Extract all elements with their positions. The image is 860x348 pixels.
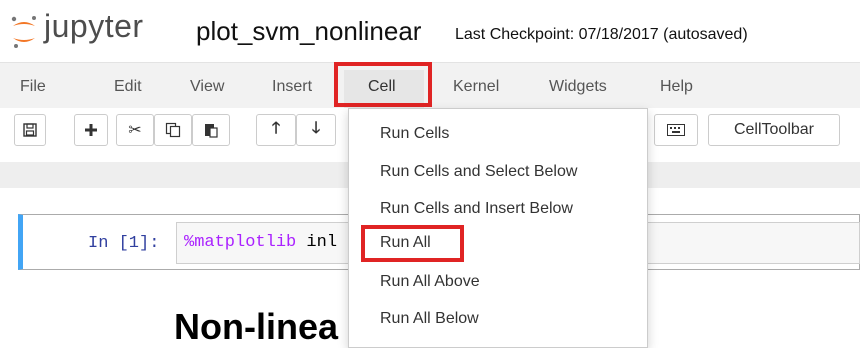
header: jupyter plot_svm_nonlinear Last Checkpoi… [0, 0, 860, 62]
menu-help[interactable]: Help [660, 78, 693, 96]
code-rest: inl [296, 233, 338, 252]
plus-icon [85, 124, 97, 136]
menu-item-run-cells-select-below[interactable]: Run Cells and Select Below [380, 163, 577, 181]
cut-button[interactable]: ✂ [116, 114, 154, 146]
move-up-button[interactable]: 🡑 [256, 114, 296, 146]
code-text[interactable]: %matplotlib inl [184, 233, 337, 252]
insert-cell-button[interactable] [74, 114, 108, 146]
keyboard-icon [667, 124, 685, 136]
move-down-button[interactable]: 🡓 [296, 114, 336, 146]
copy-icon [165, 122, 181, 138]
scissors-icon: ✂ [128, 122, 142, 139]
cell-menu-highlight-box [334, 62, 432, 107]
jupyter-logo-icon[interactable] [10, 14, 38, 50]
menu-edit[interactable]: Edit [114, 78, 142, 96]
menu-widgets[interactable]: Widgets [549, 78, 607, 96]
copy-button[interactable] [154, 114, 192, 146]
menu-kernel[interactable]: Kernel [453, 78, 499, 96]
command-palette-button[interactable] [654, 114, 698, 146]
save-button[interactable] [14, 114, 46, 146]
notebook-title[interactable]: plot_svm_nonlinear [196, 16, 421, 47]
checkpoint-status: Last Checkpoint: 07/18/2017 (autosaved) [455, 26, 748, 43]
jupyter-logo-text[interactable]: jupyter [44, 8, 144, 45]
menu-file[interactable]: File [20, 78, 46, 96]
markdown-heading: Non-linea [174, 306, 339, 347]
cell-prompt: In [1]: [88, 234, 160, 253]
menu-view[interactable]: View [190, 78, 224, 96]
run-all-highlight-box [361, 225, 464, 262]
menu-item-run-all-above[interactable]: Run All Above [380, 273, 480, 291]
paste-icon [205, 124, 218, 138]
arrow-up-icon: 🡑 [271, 119, 281, 137]
celltoolbar-button[interactable]: CellToolbar [708, 114, 840, 146]
menu-item-run-cells[interactable]: Run Cells [380, 125, 449, 143]
code-magic: %matplotlib [184, 233, 297, 252]
save-icon [23, 123, 37, 137]
arrow-down-icon: 🡓 [311, 119, 321, 137]
menu-insert[interactable]: Insert [272, 78, 312, 96]
paste-button[interactable] [192, 114, 230, 146]
menu-item-run-cells-insert-below[interactable]: Run Cells and Insert Below [380, 200, 573, 218]
menu-item-run-all-below[interactable]: Run All Below [380, 310, 479, 328]
